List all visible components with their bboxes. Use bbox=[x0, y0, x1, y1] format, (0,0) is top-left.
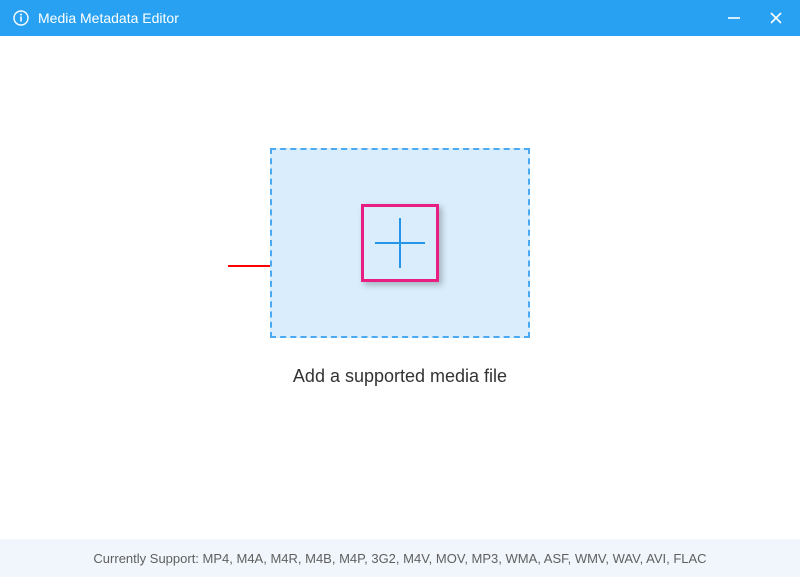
window-controls bbox=[722, 6, 788, 30]
dropzone-label: Add a supported media file bbox=[293, 366, 507, 387]
supported-formats-text: Currently Support: MP4, M4A, M4R, M4B, M… bbox=[93, 551, 706, 566]
titlebar: Media Metadata Editor bbox=[0, 0, 800, 36]
add-file-highlight[interactable] bbox=[361, 204, 439, 282]
window-title: Media Metadata Editor bbox=[38, 10, 722, 26]
info-icon bbox=[12, 9, 30, 27]
add-file-dropzone[interactable] bbox=[270, 148, 530, 338]
main-area: Add a supported media file bbox=[0, 36, 800, 539]
footer-bar: Currently Support: MP4, M4A, M4R, M4B, M… bbox=[0, 539, 800, 577]
minimize-button[interactable] bbox=[722, 6, 746, 30]
close-button[interactable] bbox=[764, 6, 788, 30]
supported-formats-list: MP4, M4A, M4R, M4B, M4P, 3G2, M4V, MOV, … bbox=[203, 551, 707, 566]
supported-prefix: Currently Support: bbox=[93, 551, 202, 566]
plus-icon bbox=[375, 218, 425, 268]
